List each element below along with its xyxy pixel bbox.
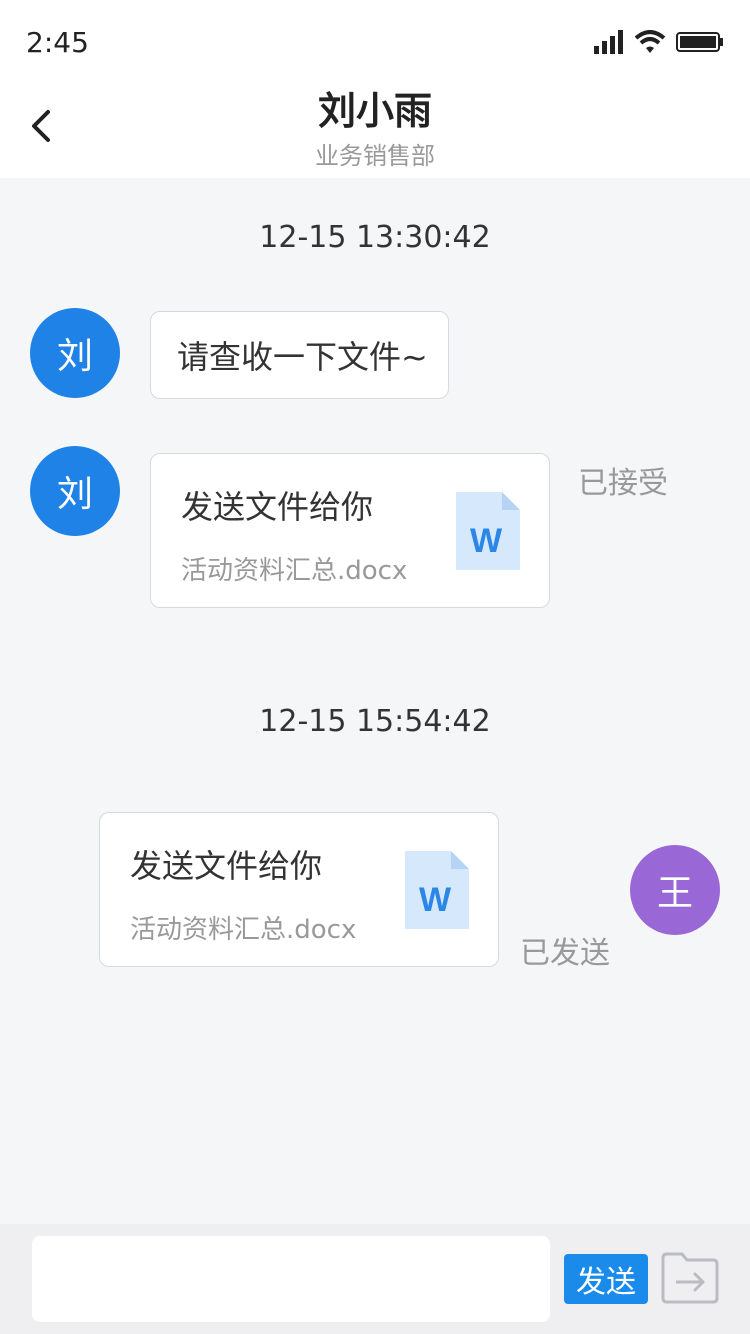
signal-icon [594,30,623,54]
timestamp: 12-15 13:30:42 [259,220,491,255]
word-file-icon: W [456,492,520,570]
timestamp: 12-15 15:54:42 [259,704,491,739]
page-subtitle: 业务销售部 [315,142,435,170]
avatar[interactable]: 刘 [30,308,120,398]
header: 2:45 刘小雨 业务销售部 [0,0,750,178]
svg-text:W: W [419,881,452,919]
status-icons [594,30,724,54]
file-name: 活动资料汇总.docx [130,915,357,945]
message-status: 已发送 [520,936,610,971]
file-name: 活动资料汇总.docx [181,556,408,586]
file-message-card[interactable]: 发送文件给你 活动资料汇总.docx W [99,812,499,967]
message-bubble[interactable]: 请查收一下文件~ [150,311,449,399]
input-bar: 发送 [0,1224,750,1334]
message-input[interactable] [32,1236,550,1322]
file-title: 发送文件给你 [130,847,323,885]
page-title: 刘小雨 [317,89,432,133]
file-message-card[interactable]: 发送文件给你 活动资料汇总.docx W [150,453,550,608]
file-title: 发送文件给你 [181,488,374,526]
send-button[interactable]: 发送 [564,1254,648,1304]
wifi-icon [634,30,666,53]
battery-icon [676,32,723,52]
avatar[interactable]: 王 [630,845,720,935]
message-text: 请查收一下文件~ [177,338,428,376]
status-time: 2:45 [26,26,89,59]
folder-send-icon[interactable] [660,1250,720,1306]
svg-text:W: W [470,522,503,560]
message-status: 已接受 [578,466,668,501]
word-file-icon: W [405,851,469,929]
avatar[interactable]: 刘 [30,446,120,536]
